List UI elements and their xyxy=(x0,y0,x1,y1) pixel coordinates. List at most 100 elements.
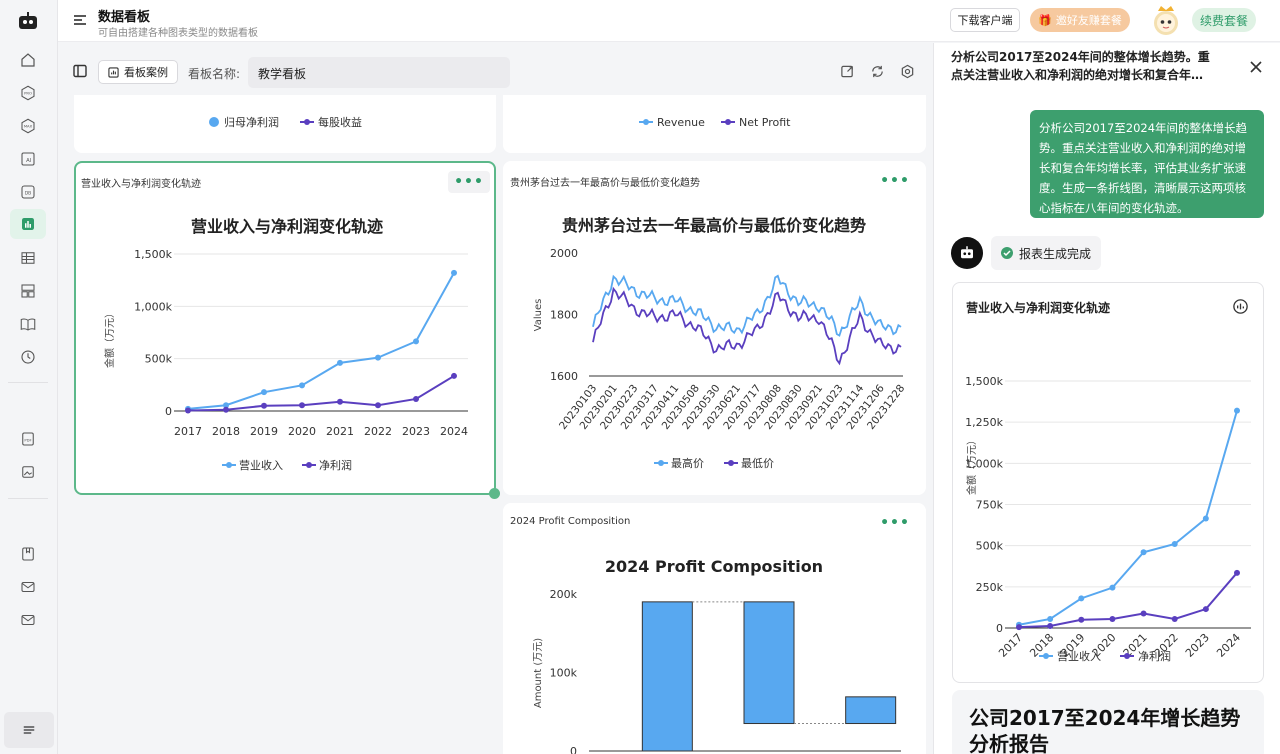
revenue-profit-chart-card[interactable]: 营业收入与净利润变化轨迹 ••• 营业收入与净利润变化轨迹 金额（万元） 1,5… xyxy=(74,161,496,495)
image-gallery-icon[interactable] xyxy=(16,460,40,484)
y-tick-label: 200k xyxy=(550,588,578,601)
collapse-menu-icon[interactable] xyxy=(4,712,54,748)
top-mid-chart-card[interactable]: Revenue Net Profit xyxy=(503,95,926,153)
open-external-icon[interactable] xyxy=(840,64,856,80)
y-tick-label: 2000 xyxy=(550,247,578,260)
chart-title: 2024 Profit Composition xyxy=(605,557,823,576)
legend-label-1: 营业收入 xyxy=(1057,649,1101,663)
x-tick-label: 2023 xyxy=(1183,631,1212,660)
chart-title: 营业收入与净利润变化轨迹 xyxy=(191,217,383,236)
data-point xyxy=(1234,407,1240,414)
chart-legend: 营业收入 净利润 xyxy=(222,458,352,472)
pro-icon[interactable]: PRO xyxy=(16,81,40,105)
data-point xyxy=(1140,610,1147,617)
data-point xyxy=(1202,515,1209,522)
y-tick-label: 1,500k xyxy=(134,248,172,261)
x-tick-label: 2019 xyxy=(250,425,278,438)
max-icon[interactable]: MAX xyxy=(16,114,40,138)
refresh-icon[interactable] xyxy=(870,64,886,80)
check-circle-icon xyxy=(1001,247,1013,259)
data-point xyxy=(451,372,457,379)
maotai-line-chart: 贵州茅台过去一年最高价与最低价变化趋势 Values 200018001600 … xyxy=(533,216,907,470)
mail-icon[interactable] xyxy=(16,575,40,599)
y-tick-label: 0 xyxy=(996,622,1003,635)
data-point xyxy=(1109,584,1116,591)
message-icon[interactable] xyxy=(16,608,40,632)
user-message-bubble: 分析公司2017至2024年间的整体增长趋势。重点关注营业收入和净利润的绝对增长… xyxy=(1030,110,1264,218)
legend-marker-1 xyxy=(643,119,649,125)
y-tick-label: 500k xyxy=(145,353,173,366)
svg-text:AI: AI xyxy=(26,158,32,164)
x-tick-label: 2020 xyxy=(288,425,316,438)
table-icon[interactable] xyxy=(16,246,40,270)
top-mid-legend: Revenue Net Profit xyxy=(639,116,791,129)
sidebar-toggle-icon[interactable] xyxy=(72,63,88,79)
y-tick-label: 500k xyxy=(976,540,1004,553)
pdf-icon[interactable]: PDF xyxy=(16,427,40,451)
x-tick-label: 2022 xyxy=(364,425,392,438)
data-point xyxy=(1171,615,1178,622)
bar xyxy=(743,601,795,725)
y-tick-label: 100k xyxy=(550,667,578,680)
layout-icon[interactable] xyxy=(16,279,40,303)
robot-logo-icon[interactable] xyxy=(14,8,42,34)
invite-friends-label: 邀好友赚套餐 xyxy=(1055,14,1122,27)
legend-marker-2 xyxy=(725,119,731,125)
y-axis-label: Amount (万元) xyxy=(533,638,544,708)
data-point xyxy=(223,406,229,413)
y-tick-label: 750k xyxy=(976,499,1004,512)
data-point xyxy=(185,407,191,414)
maotai-price-chart-card[interactable]: 贵州茅台过去一年最高价与最低价变化趋势 ••• 贵州茅台过去一年最高价与最低价变… xyxy=(503,161,926,495)
legend-marker-2 xyxy=(304,119,310,125)
chat-chart-card[interactable]: 营业收入与净利润变化轨迹 金额（万元） 1,500k 1,250k 1,000k 75… xyxy=(952,282,1264,683)
y-tick-label: 250k xyxy=(976,581,1004,594)
top-left-chart-card[interactable]: 归母净利润 每股收益 xyxy=(74,95,496,153)
data-point xyxy=(1140,549,1147,556)
avatar[interactable] xyxy=(1150,2,1182,38)
data-point xyxy=(1109,615,1116,622)
chart-legend: 最高价 最低价 xyxy=(654,456,774,470)
board-toolbar: 看板案例 看板名称: 教学看板 xyxy=(58,43,932,95)
status-badge: 报表生成完成 xyxy=(991,236,1101,270)
menu-icon[interactable] xyxy=(72,12,88,28)
history-clock-icon[interactable] xyxy=(16,345,40,369)
report-card[interactable]: 公司2017至2024年增长趋势分析报告 xyxy=(952,690,1264,754)
legend-label-2: 最低价 xyxy=(741,457,774,470)
legend-label-2: 净利润 xyxy=(1138,649,1171,663)
data-point xyxy=(1234,569,1240,576)
legend-marker-1 xyxy=(1043,653,1049,659)
data-point xyxy=(413,395,419,402)
y-tick-label: 0 xyxy=(165,405,172,418)
legend-marker-2 xyxy=(1124,653,1130,659)
settings-gear-icon[interactable] xyxy=(900,64,916,80)
board-case-label: 看板案例 xyxy=(124,66,168,79)
database-icon[interactable]: DB xyxy=(16,180,40,204)
chat-header-title: 分析公司2017至2024年间的整体增长趋势。重点关注营业收入和净利润的绝对增长… xyxy=(951,50,1210,82)
report-title: 公司2017至2024年增长趋势分析报告 xyxy=(969,706,1241,754)
y-tick-label: 1,000k xyxy=(134,300,172,313)
data-point xyxy=(337,398,343,405)
profit-composition-chart-card[interactable]: 2024 Profit Composition ••• 2024 Profit … xyxy=(503,503,926,754)
revenue-line-chart: 营业收入与净利润变化轨迹 金额（万元） 1,500k 1,000k 500k 0 20… xyxy=(103,217,468,472)
home-icon[interactable] xyxy=(16,48,40,72)
board-name-input[interactable]: 教学看板 xyxy=(248,57,510,88)
invite-friends-button[interactable]: 🎁 邀好友赚套餐 xyxy=(1030,8,1130,32)
data-point xyxy=(413,338,419,345)
y-tick-label: 1,500k xyxy=(965,375,1003,388)
svg-text:PDF: PDF xyxy=(24,438,31,442)
board-case-button[interactable]: 看板案例 xyxy=(98,60,178,84)
top-left-legend: 归母净利润 每股收益 xyxy=(209,115,362,129)
close-icon[interactable] xyxy=(1248,59,1264,75)
y-axis-label: Values xyxy=(533,299,544,332)
dashboard-chart-icon[interactable] xyxy=(10,209,46,239)
download-client-button[interactable]: 下载客户端 xyxy=(950,8,1020,32)
resize-handle[interactable] xyxy=(489,488,500,499)
renew-plan-button[interactable]: 续费套餐 xyxy=(1192,8,1256,32)
book-icon[interactable] xyxy=(16,312,40,336)
y-tick-label: 1,250k xyxy=(965,416,1003,429)
bookmark-icon[interactable] xyxy=(16,542,40,566)
legend-label-1: 最高价 xyxy=(671,456,704,470)
data-point xyxy=(1171,541,1178,548)
ai-chart-icon[interactable]: AI xyxy=(16,147,40,171)
legend-marker-2 xyxy=(728,460,734,466)
